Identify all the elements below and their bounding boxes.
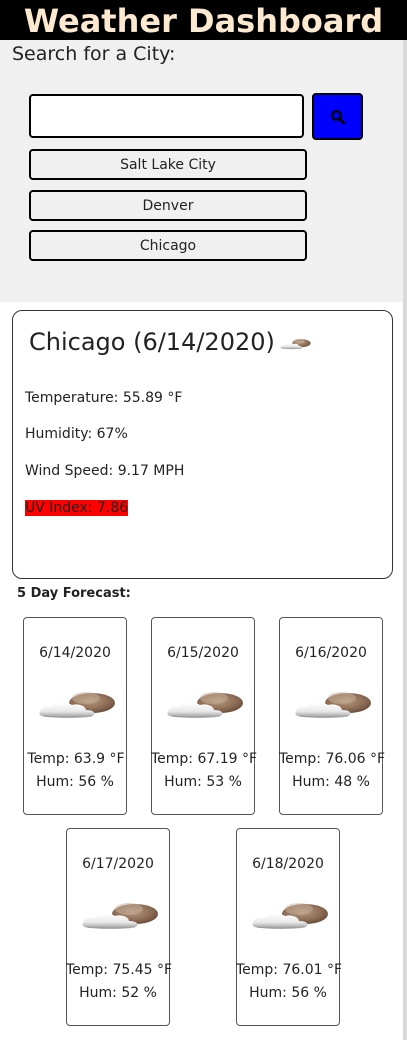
forecast-date: 6/16/2020 <box>295 645 367 661</box>
cloud-icon <box>249 901 329 931</box>
current-city-title: Chicago (6/14/2020) <box>29 328 275 356</box>
forecast-temp: Temp: 75.45 °F <box>65 962 173 978</box>
forecast-date: 6/18/2020 <box>252 856 324 872</box>
forecast-humidity: Hum: 56 % <box>249 985 327 1001</box>
current-wind-speed: Wind Speed: 9.17 MPH <box>25 463 185 479</box>
cloud-icon <box>292 690 372 720</box>
forecast-date: 6/17/2020 <box>82 856 154 872</box>
cloud-icon <box>164 690 244 720</box>
forecast-humidity: Hum: 56 % <box>36 774 114 790</box>
forecast-card: 6/14/2020 Temp: 63.9 °F Hum: 56 % <box>23 617 127 815</box>
forecast-card: 6/18/2020 Temp: 76.01 °F Hum: 56 % <box>235 828 343 1026</box>
forecast-temp: Temp: 76.06 °F <box>278 751 386 767</box>
forecast-humidity: Hum: 53 % <box>164 774 242 790</box>
cloud-icon <box>36 690 116 720</box>
search-title: Search for a City: <box>12 43 176 65</box>
forecast-temp: Temp: 67.19 °F <box>150 751 258 767</box>
scrollbar[interactable] <box>403 40 407 1040</box>
forecast-date: 6/14/2020 <box>39 645 111 661</box>
forecast-temp: Temp: 76.01 °F <box>235 962 343 978</box>
current-weather-card: Chicago (6/14/2020) Temperature: 55.89 °… <box>12 310 393 579</box>
forecast-humidity: Hum: 52 % <box>79 985 157 1001</box>
forecast-temp: Temp: 63.9 °F <box>27 751 125 767</box>
history-button-denver[interactable]: Denver <box>29 190 307 221</box>
forecast-card: 6/17/2020 Temp: 75.45 °F Hum: 52 % <box>65 828 173 1026</box>
cloud-icon <box>79 901 159 931</box>
city-search-input[interactable] <box>29 94 304 138</box>
forecast-humidity: Hum: 48 % <box>292 774 370 790</box>
history-button-chicago[interactable]: Chicago <box>29 230 307 261</box>
history-button-salt-lake-city[interactable]: Salt Lake City <box>29 149 307 180</box>
current-uv-index: UV Index: 7.86 <box>25 500 129 516</box>
app-header: Weather Dashboard <box>0 0 407 40</box>
current-humidity: Humidity: 67% <box>25 426 128 442</box>
forecast-card: 6/16/2020 Temp: 76.06 °F Hum: 48 % <box>278 617 386 815</box>
forecast-date: 6/15/2020 <box>167 645 239 661</box>
current-temperature: Temperature: 55.89 °F <box>25 390 183 406</box>
forecast-card: 6/15/2020 Temp: 67.19 °F Hum: 53 % <box>150 617 258 815</box>
search-button[interactable] <box>312 93 363 140</box>
page-title: Weather Dashboard <box>23 2 384 40</box>
forecast-title: 5 Day Forecast: <box>17 586 131 601</box>
cloud-icon <box>279 335 311 353</box>
search-icon <box>330 109 345 124</box>
